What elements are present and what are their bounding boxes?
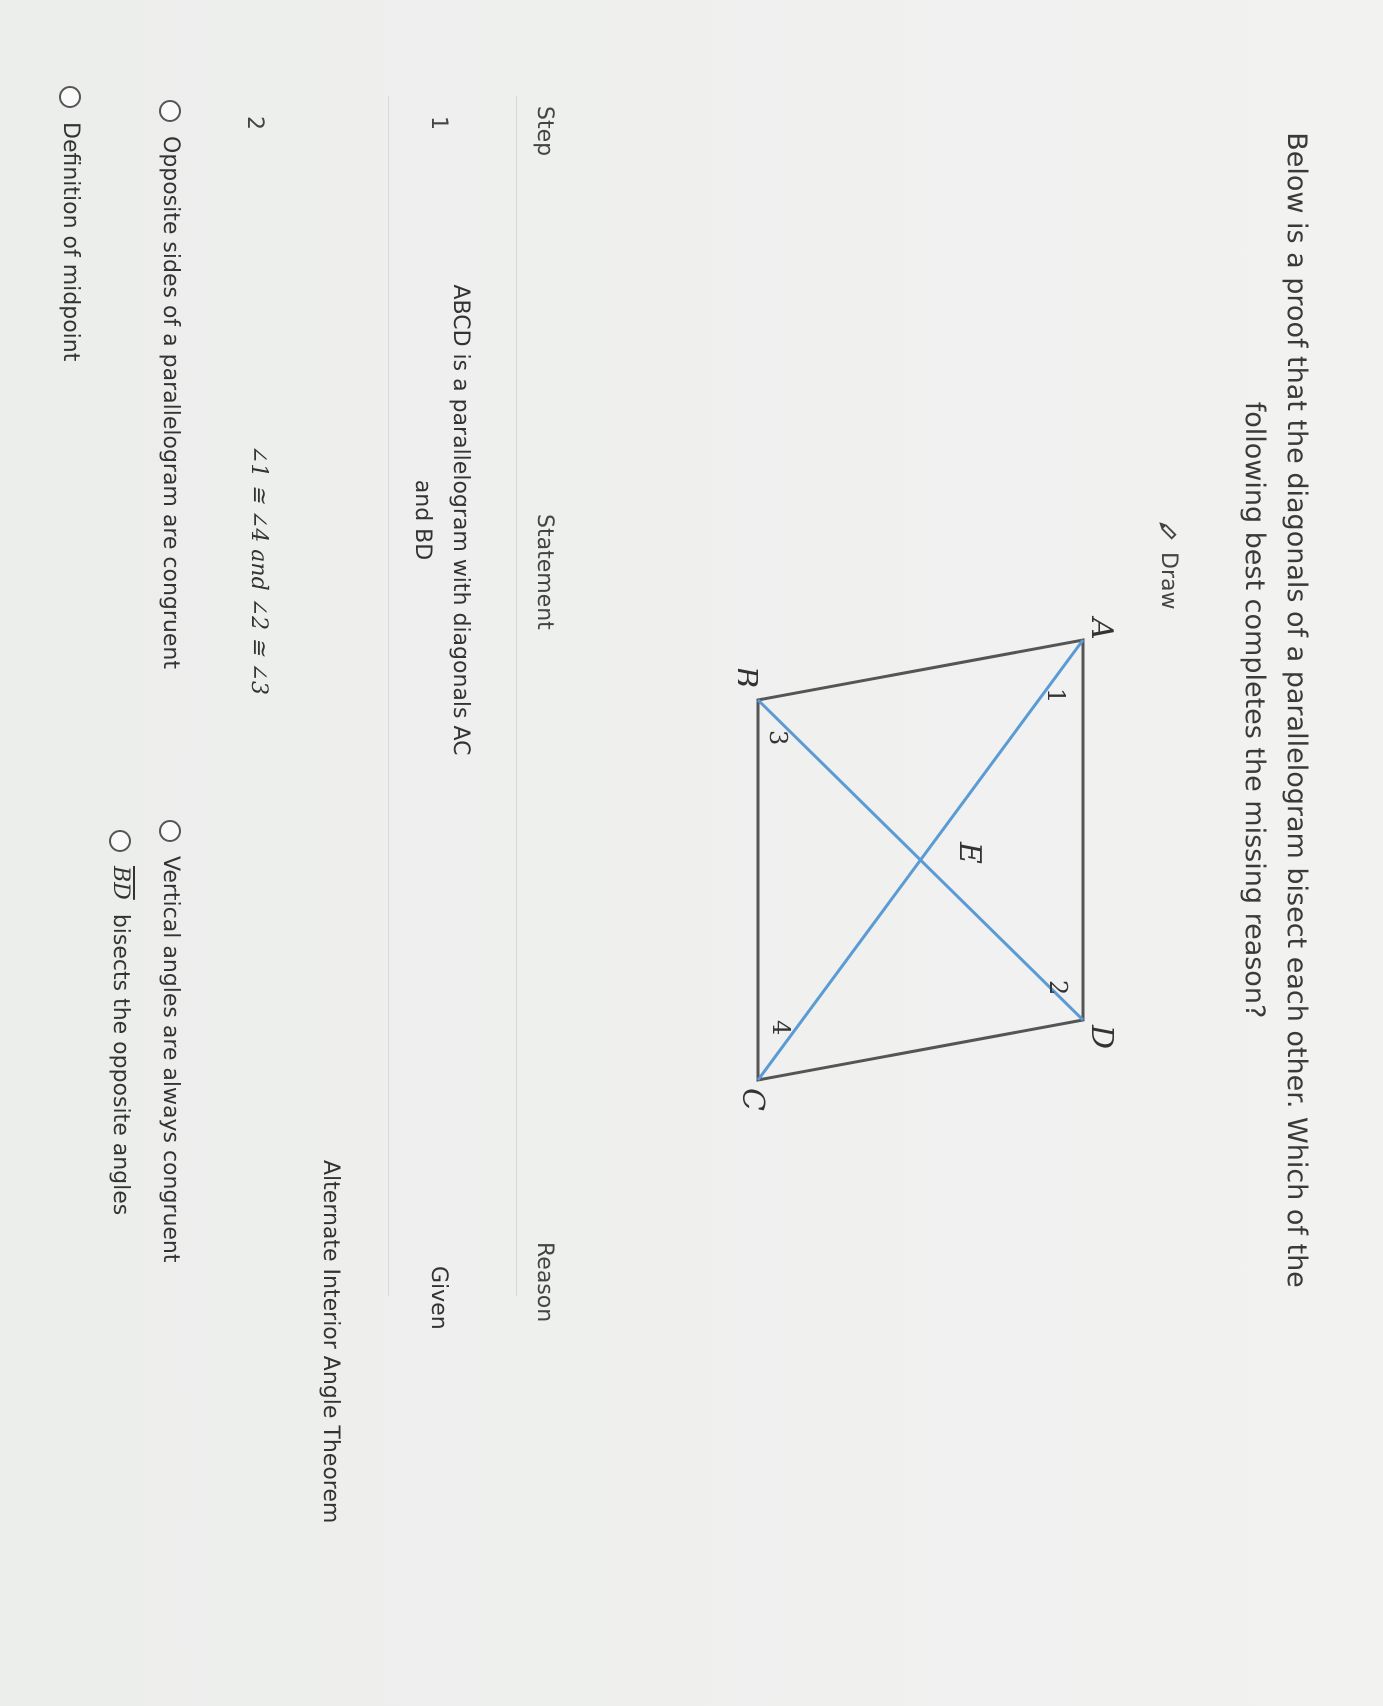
option-3-label: Opposite sides of a parallelogram are co… xyxy=(158,136,183,669)
option-4-label: Definition of midpoint xyxy=(58,122,83,362)
step-1-statement: ABCD is a parallelogram with diagonals A… xyxy=(403,240,479,800)
option-bd-bisects-opposite-angles[interactable]: BD bisects the opposite angles xyxy=(108,830,133,1215)
parallelogram-figure: A D C B E 1 2 3 4 xyxy=(738,615,1119,1111)
header-reason: Reason xyxy=(532,1242,557,1323)
proof-table: Step Statement Reason 1 ABCD is a parall… xyxy=(0,0,1383,1706)
angle-4-label: 4 xyxy=(767,1020,795,1035)
draw-label: Draw xyxy=(1156,552,1181,610)
question-text: Below is a proof that the diagonals of a… xyxy=(1239,132,1312,1288)
point-d-label: D xyxy=(1084,1024,1119,1049)
option-3-radio[interactable] xyxy=(159,100,182,122)
step-2-statement: ∠1 ≅ ∠4 and ∠2 ≅ ∠3 xyxy=(246,445,271,695)
point-a-label: A xyxy=(1084,615,1119,640)
point-e-label: E xyxy=(952,841,987,864)
point-b-label: B xyxy=(738,665,763,688)
step-2-reason: Alternate Interior Angle Theorem xyxy=(318,1160,343,1524)
header-statement: Statement xyxy=(532,514,557,630)
step-1-number: 1 xyxy=(426,116,451,130)
option-1-math: BD xyxy=(108,866,133,900)
step-1-statement-line1: ABCD is a parallelogram with diagonals A… xyxy=(448,284,473,756)
header-divider xyxy=(516,96,517,1296)
pencil-icon xyxy=(1159,522,1178,540)
question-page: Below is a proof that the diagonals of a… xyxy=(0,0,1383,1706)
option-opposite-sides[interactable]: Opposite sides of a parallelogram are co… xyxy=(158,100,183,669)
angle-1-label: 1 xyxy=(1042,688,1070,703)
option-definition-of-midpoint[interactable]: Definition of midpoint xyxy=(58,86,83,361)
draw-button[interactable]: Draw xyxy=(1156,520,1181,609)
option-1-radio[interactable] xyxy=(109,830,132,852)
option-1-label: bisects the opposite angles xyxy=(108,913,133,1216)
angle-3-label: 3 xyxy=(764,730,792,745)
step-1-reason: Given xyxy=(426,1266,451,1330)
diagonal-bd xyxy=(756,698,1085,1022)
option-4-radio[interactable] xyxy=(59,86,82,108)
option-2-radio[interactable] xyxy=(159,820,182,842)
angle-2-label: 2 xyxy=(1044,980,1072,995)
step-2-number: 2 xyxy=(242,116,267,130)
header-step: Step xyxy=(532,106,557,157)
point-c-label: C xyxy=(738,1088,770,1111)
option-2-label: Vertical angles are always congruent xyxy=(158,856,183,1263)
row-1-divider xyxy=(388,96,389,1296)
step-1-statement-line2: and BD xyxy=(410,479,435,561)
option-vertical-angles[interactable]: Vertical angles are always congruent xyxy=(158,820,183,1263)
